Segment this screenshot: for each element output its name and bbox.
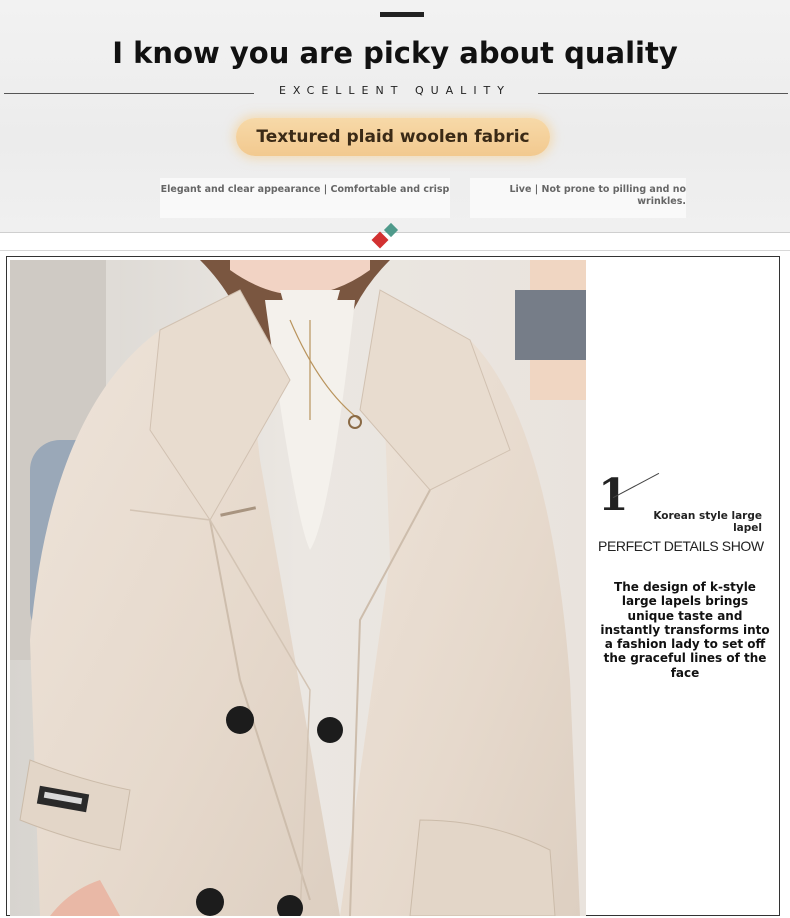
feature-description: The design of k-style large lapels bring… xyxy=(600,580,770,680)
subtitle-row: EXCELLENT QUALITY xyxy=(0,84,790,102)
note-pilling: Live | Not prone to pilling and no wrink… xyxy=(470,178,686,218)
feature-title: Korean style large lapel xyxy=(653,510,762,534)
top-accent-bar xyxy=(380,12,424,17)
fabric-badge: Textured plaid woolen fabric xyxy=(236,118,550,156)
page-headline: I know you are picky about quality xyxy=(112,36,678,70)
feature-tagline: PERFECT DETAILS SHOW xyxy=(598,538,764,554)
coat-photo xyxy=(10,260,586,916)
red-diamond-icon xyxy=(371,231,389,249)
note-appearance: Elegant and clear appearance | Comfortab… xyxy=(160,178,450,218)
coat-illustration xyxy=(10,260,586,916)
section-divider-lower xyxy=(0,250,790,251)
subtitle: EXCELLENT QUALITY xyxy=(278,84,511,97)
